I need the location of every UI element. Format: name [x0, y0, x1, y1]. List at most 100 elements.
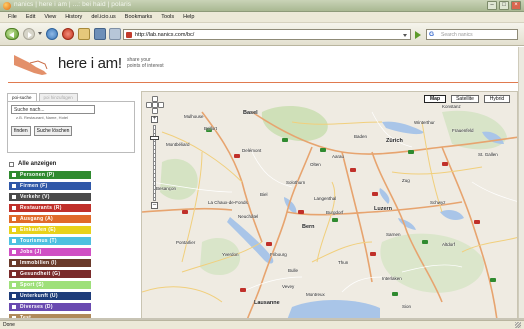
road-shield: [442, 162, 448, 166]
category-filter-item[interactable]: Firmen (F): [9, 182, 91, 190]
clear-search-button[interactable]: Suche löschen: [33, 126, 73, 136]
map-place-label: Vevey: [282, 284, 295, 289]
resize-grip-icon[interactable]: [515, 322, 521, 328]
google-icon[interactable]: G: [429, 31, 434, 38]
category-filter-item[interactable]: Unterkunft (U): [9, 292, 91, 300]
menu-bookmarks[interactable]: Bookmarks: [125, 14, 153, 20]
category-label: Diverses (D): [20, 304, 53, 310]
category-label: Tourismus (T): [20, 238, 57, 244]
category-checkbox[interactable]: [12, 283, 16, 287]
extension-toolbar-icon[interactable]: [109, 28, 121, 40]
close-button[interactable]: ×: [511, 1, 521, 10]
map-tiles[interactable]: [142, 92, 518, 319]
menu-tools[interactable]: Tools: [161, 14, 174, 20]
category-list: Alle anzeigen Personen (P) Firmen (F) Verk…: [9, 159, 129, 325]
reload-button[interactable]: [46, 28, 58, 40]
menu-help[interactable]: Help: [183, 14, 194, 20]
category-label: Ausgang (A): [20, 216, 54, 222]
map-place-label: Besançon: [156, 186, 177, 191]
category-checkbox[interactable]: [12, 195, 16, 199]
road-shield: [282, 138, 288, 142]
address-dropdown-icon[interactable]: [403, 34, 407, 37]
minimize-button[interactable]: –: [487, 1, 497, 10]
page-scrollbar[interactable]: [518, 47, 524, 319]
pan-right-icon[interactable]: [158, 102, 164, 108]
home-button[interactable]: [78, 28, 90, 40]
site-logo[interactable]: here i am!: [58, 55, 122, 72]
category-label: Immobilien (I): [20, 260, 57, 266]
category-filter-item[interactable]: Restaurants (R): [9, 204, 91, 212]
category-filter-item[interactable]: Einkaufen (E): [9, 226, 91, 234]
category-checkbox[interactable]: [12, 305, 16, 309]
window-title: nanics | here i am | ...: bei haid | pol…: [14, 1, 132, 8]
maximize-button[interactable]: □: [499, 1, 509, 10]
sidebar: poi-suche poi hinzufügen Suche nach... z…: [7, 93, 137, 322]
category-label: Verkehr (V): [20, 194, 50, 200]
address-bar[interactable]: http://lab.nanics.com/bc/: [123, 29, 411, 40]
menu-delicious[interactable]: del.icio.us: [91, 14, 115, 20]
category-checkbox[interactable]: [12, 250, 16, 254]
category-filter-item[interactable]: Immobilien (I): [9, 259, 91, 267]
map-place-label: Solothurn: [286, 180, 306, 185]
category-checkbox[interactable]: [12, 184, 16, 188]
category-checkbox[interactable]: [12, 217, 16, 221]
tab-poi-hinzufuegen[interactable]: poi hinzufügen: [38, 93, 78, 101]
category-label: Gesundheit (G): [20, 271, 61, 277]
map-type-satellite-button[interactable]: Satellite: [451, 95, 479, 103]
back-button[interactable]: [5, 28, 19, 40]
status-bar: Done: [0, 320, 524, 329]
firefox-icon: [3, 2, 11, 10]
map-type-map-button[interactable]: Map: [424, 95, 446, 103]
category-label: Personen (P): [20, 172, 55, 178]
zoom-in-button[interactable]: +: [151, 116, 158, 123]
search-bar[interactable]: G Search nanics: [426, 29, 518, 40]
category-checkbox[interactable]: [12, 173, 16, 177]
forward-button[interactable]: [23, 28, 35, 40]
menu-edit[interactable]: Edit: [26, 14, 35, 20]
map-place-label: Basel: [243, 110, 258, 116]
map-place-label: Fribourg: [270, 252, 287, 257]
map-type-hybrid-button[interactable]: Hybrid: [484, 95, 510, 103]
pan-down-icon[interactable]: [152, 108, 158, 114]
find-button[interactable]: finden: [11, 126, 31, 136]
search-hint: z.B. Restaurant, Name, Hotel: [16, 115, 69, 120]
map-place-label: Mulhouse: [184, 114, 204, 119]
show-all-row[interactable]: Alle anzeigen: [9, 159, 129, 169]
poi-search-input[interactable]: Suche nach...: [11, 105, 95, 114]
menu-view[interactable]: View: [44, 14, 56, 20]
page-content: here i am! share your points of interest…: [0, 47, 524, 322]
category-filter-item[interactable]: Personen (P): [9, 171, 91, 179]
category-checkbox[interactable]: [12, 206, 16, 210]
category-checkbox[interactable]: [12, 272, 16, 276]
category-filter-item[interactable]: Sport (S): [9, 281, 91, 289]
map-place-label: Yverdon: [222, 252, 239, 257]
map-place-label: Frauenfeld: [452, 128, 474, 133]
category-filter-item[interactable]: Tourismus (T): [9, 237, 91, 245]
category-checkbox[interactable]: [12, 261, 16, 265]
history-dropdown-icon[interactable]: [38, 32, 42, 35]
road-shield: [350, 168, 356, 172]
category-filter-item[interactable]: Diverses (D): [9, 303, 91, 311]
category-checkbox[interactable]: [12, 239, 16, 243]
window-controls: – □ ×: [487, 1, 521, 10]
category-label: Restaurants (R): [20, 205, 62, 211]
show-all-checkbox[interactable]: [9, 161, 14, 167]
menu-history[interactable]: History: [65, 14, 82, 20]
category-checkbox[interactable]: [12, 228, 16, 232]
road-shield: [422, 240, 428, 244]
map-view[interactable]: Basel Mulhouse Zürich Baden Aarau Olten …: [141, 91, 518, 319]
go-button[interactable]: [413, 29, 423, 40]
bookmark-toolbar-icon[interactable]: [94, 28, 106, 40]
map-place-label: Delémont: [242, 148, 262, 153]
navigation-toolbar: http://lab.nanics.com/bc/ G Search nanic…: [0, 23, 524, 46]
menu-file[interactable]: File: [8, 14, 17, 20]
category-filter-item[interactable]: Gesundheit (G): [9, 270, 91, 278]
category-filter-item[interactable]: Ausgang (A): [9, 215, 91, 223]
zoom-slider-handle[interactable]: [150, 136, 159, 140]
stop-button[interactable]: [62, 28, 74, 40]
category-filter-item[interactable]: Verkehr (V): [9, 193, 91, 201]
tab-poi-suche[interactable]: poi-suche: [7, 93, 37, 101]
zoom-out-button[interactable]: –: [151, 202, 158, 209]
category-filter-item[interactable]: Jobs (J): [9, 248, 91, 256]
category-checkbox[interactable]: [12, 294, 16, 298]
